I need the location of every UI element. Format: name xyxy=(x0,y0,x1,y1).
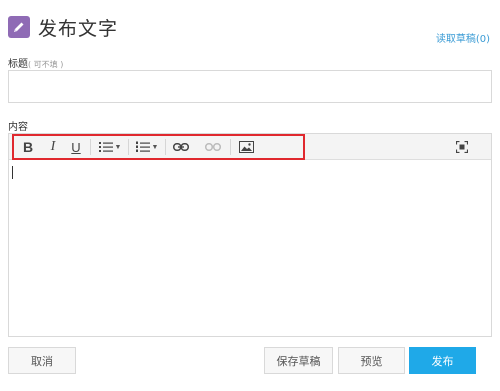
title-input[interactable] xyxy=(8,70,492,103)
link-button[interactable] xyxy=(172,139,190,155)
numbered-list-icon xyxy=(135,141,150,152)
editor-toolbar: B I U ▼ ▼ xyxy=(9,134,491,160)
chevron-down-icon: ▼ xyxy=(151,143,159,151)
toolbar-separator xyxy=(90,139,91,155)
publish-button[interactable]: 发布 xyxy=(409,347,476,374)
title-optional-hint: ( 可不填 ) xyxy=(28,60,64,69)
fullscreen-button[interactable] xyxy=(455,139,469,155)
toolbar-separator xyxy=(165,139,166,155)
preview-button[interactable]: 预览 xyxy=(338,347,405,374)
unlink-button[interactable] xyxy=(204,139,222,155)
cancel-button[interactable]: 取消 xyxy=(8,347,76,374)
bullet-list-button[interactable]: ▼ xyxy=(97,139,123,155)
toolbar-separator xyxy=(128,139,129,155)
numbered-list-button[interactable]: ▼ xyxy=(134,139,160,155)
save-draft-button[interactable]: 保存草稿 xyxy=(264,347,333,374)
editor-content-area[interactable] xyxy=(9,161,491,336)
chevron-down-icon: ▼ xyxy=(114,143,122,151)
toolbar-separator xyxy=(230,139,231,155)
link-icon xyxy=(173,143,189,151)
page-title: 发布文字 xyxy=(38,18,119,40)
italic-button[interactable]: I xyxy=(46,139,60,155)
read-drafts-link[interactable]: 读取草稿(0) xyxy=(436,30,490,45)
title-label-text: 标题 xyxy=(8,59,28,70)
bold-button[interactable]: B xyxy=(21,139,35,155)
pencil-icon xyxy=(8,16,30,38)
bullet-list-icon xyxy=(98,142,113,152)
unlink-icon xyxy=(205,143,221,151)
underline-icon: U xyxy=(71,139,81,155)
content-label: 内容 xyxy=(8,122,28,133)
title-label: 标题( 可不填 ) xyxy=(8,55,63,70)
image-icon xyxy=(238,141,254,153)
underline-button[interactable]: U xyxy=(69,139,83,155)
rich-text-editor: B I U ▼ ▼ xyxy=(8,133,492,337)
italic-icon: I xyxy=(50,139,56,154)
insert-image-button[interactable] xyxy=(237,139,255,155)
fullscreen-icon xyxy=(456,141,468,153)
bold-icon: B xyxy=(22,139,34,155)
